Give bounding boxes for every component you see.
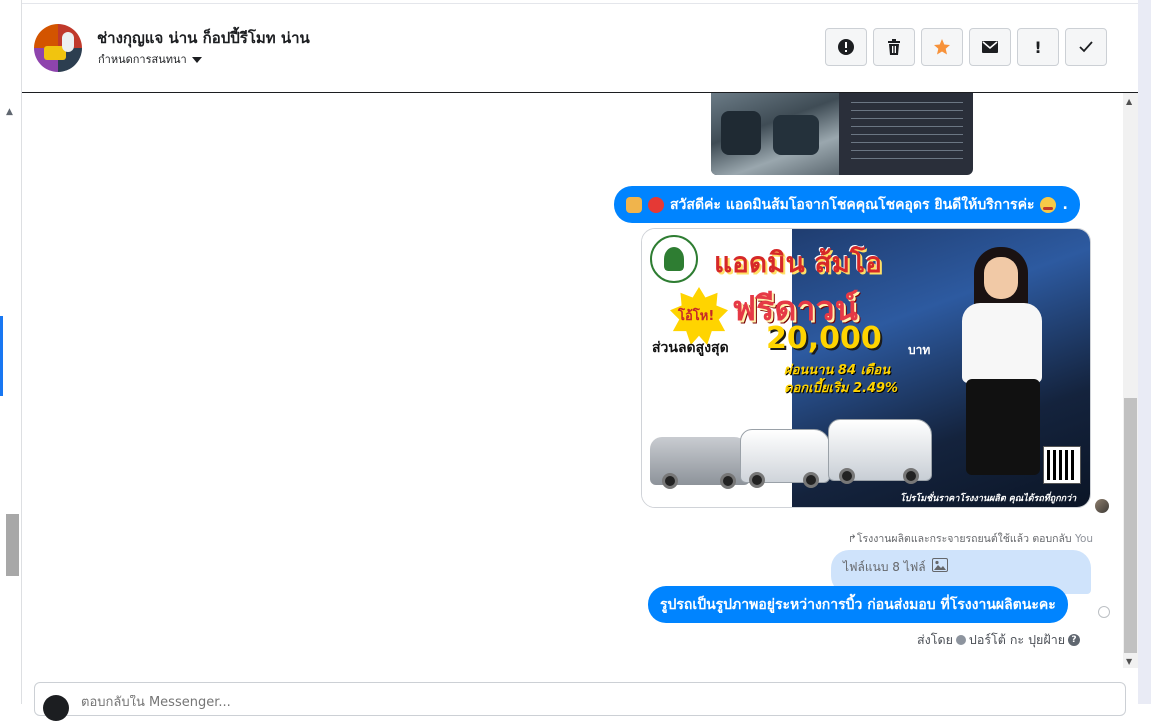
car-seat-shape (773, 115, 819, 155)
presenter-face (984, 257, 1018, 299)
conversation-assign-dropdown[interactable]: กำหนดการสนทนา (98, 50, 202, 68)
mark-done-button[interactable] (1065, 28, 1107, 66)
mark-important-button[interactable]: ! (1017, 28, 1059, 66)
spec-row (851, 134, 963, 135)
reply-info-you: You (1074, 533, 1094, 545)
exclamation-circle-icon (838, 39, 854, 55)
help-icon[interactable]: ? (1068, 634, 1081, 646)
trash-icon (888, 39, 900, 55)
left-panel-edge: ▲ (0, 0, 22, 704)
car-truck-shape (828, 419, 932, 484)
mark-unread-button[interactable] (969, 28, 1011, 66)
page-avatar[interactable] (34, 24, 82, 72)
assign-dropdown-label: กำหนดการสนทนา (98, 53, 187, 66)
promo-interest: ดอกเบี้ยเริ่ม 2.49% (784, 381, 899, 396)
spec-row (851, 118, 963, 119)
exclamation-icon: ! (1034, 37, 1042, 57)
mark-spam-button[interactable] (825, 28, 867, 66)
car-interior-photo (711, 93, 839, 175)
spec-row (851, 102, 963, 103)
reply-composer[interactable] (34, 682, 1126, 721)
car-wheel (803, 472, 819, 488)
message-thread[interactable]: สวัสดีค่ะ แอดมินส้มโอจากโชคคุณโชคอุดร ยิ… (22, 93, 1123, 668)
reply-info: ↱โรงงานผลิตและกระจายรถยนต์ใช้แล้ว ตอบกลั… (848, 530, 1093, 547)
attachment-label: ไฟล์แนบ 8 ไฟล์ (843, 560, 926, 574)
reply-arrow-icon: ↱ (848, 533, 857, 545)
delete-button[interactable] (873, 28, 915, 66)
smiling-face-emoji-icon (1040, 196, 1057, 213)
spec-row (851, 110, 963, 111)
promo-title: แอดมิน ส้มโอ (714, 246, 882, 279)
car-wheel (903, 468, 919, 484)
dealer-logo-icon (650, 235, 698, 283)
image-icon (931, 558, 948, 572)
conversation-title[interactable]: ช่างกุญแจ น่าน ก็อปปี้รีโมท น่าน (97, 26, 310, 50)
checkmark-icon (1079, 41, 1093, 53)
reply-input[interactable] (81, 695, 681, 710)
thread-scrollbar[interactable]: ▲ ▼ (1123, 93, 1138, 668)
praying-hands-emoji-icon (626, 196, 642, 213)
car-sedan-shape (650, 437, 750, 489)
car-seat-shape (721, 111, 761, 155)
spec-row (851, 150, 963, 151)
promo-footer: โปรโมชั่นราคาโรงงานผลิต คุณได้รถที่ถูกกว… (900, 494, 1077, 504)
right-panel-edge (1138, 0, 1151, 704)
selected-conversation-indicator (0, 316, 3, 396)
spec-row (851, 142, 963, 143)
conversation-header: ช่างกุญแจ น่าน ก็อปปี้รีโมท น่าน กำหนดกา… (22, 4, 1138, 93)
chevron-down-icon (191, 57, 202, 63)
car-wheel (720, 473, 736, 489)
promo-currency: บาท (908, 343, 931, 357)
read-receipt-avatar (1095, 499, 1109, 513)
promo-discount-label: ส่วนลดสูงสุด (652, 340, 729, 356)
promo-discount-amount: 20,000 (766, 321, 882, 356)
car-wheel (749, 472, 765, 488)
header-action-buttons: ! (825, 28, 1107, 66)
star-button[interactable] (921, 28, 963, 66)
scrollbar-thumb[interactable] (1124, 398, 1137, 653)
scroll-up-arrow[interactable]: ▲ (1126, 97, 1132, 106)
qr-code-icon (1043, 446, 1081, 484)
promo-image[interactable]: แอดมิน ส้มโอ โอ้โห! ฟรีดาวน์ ส่วนลดสูงสุ… (641, 228, 1091, 508)
message-bubble-car-note[interactable]: รูปรถเป็นรูปภาพอยู่ระหว่างการบิ้ว ก่อนส่… (648, 586, 1068, 623)
spec-row (851, 158, 963, 159)
star-icon (934, 39, 950, 55)
envelope-icon (982, 41, 998, 53)
avatar-person-shape (62, 32, 74, 52)
sent-by-label: ส่งโดย (917, 632, 953, 647)
left-scrollbar-thumb[interactable] (6, 514, 19, 576)
car-wheel (839, 468, 855, 484)
gear-icon (955, 635, 966, 645)
composer-avatar (43, 695, 69, 721)
sent-by-name[interactable]: ปอร์โต้ กะ ปุยฝ้าย (969, 630, 1065, 650)
car-wheel (662, 473, 678, 489)
heart-emoji-icon (648, 196, 664, 213)
car-pickup-shape (740, 429, 830, 488)
presenter-shirt (962, 303, 1042, 383)
presenter-pants (966, 379, 1040, 475)
scroll-down-arrow[interactable]: ▼ (1126, 657, 1132, 666)
sent-status-icon (1098, 606, 1110, 618)
spec-sheet (845, 95, 969, 171)
left-scroll-up-arrow[interactable]: ▲ (6, 107, 13, 117)
message-bubble-greeting[interactable]: สวัสดีค่ะ แอดมินส้มโอจากโชคคุณโชคอุดร ยิ… (614, 186, 1080, 223)
reply-info-text: โรงงานผลิตและกระจายรถยนต์ใช้แล้ว ตอบกลับ (856, 533, 1072, 545)
message-text: รูปรถเป็นรูปภาพอยู่ระหว่างการบิ้ว ก่อนส่… (660, 596, 1056, 613)
spec-row (851, 126, 963, 127)
message-text-trailing: . (1062, 196, 1068, 213)
message-text: สวัสดีค่ะ แอดมินส้มโอจากโชคคุณโชคอุดร ยิ… (670, 196, 1035, 213)
promo-badge-text: โอ้โห! (678, 309, 715, 324)
sent-by: ส่งโดย ปอร์โต้ กะ ปุยฝ้าย ? (917, 630, 1081, 650)
vehicle-spec-image[interactable] (711, 93, 973, 175)
